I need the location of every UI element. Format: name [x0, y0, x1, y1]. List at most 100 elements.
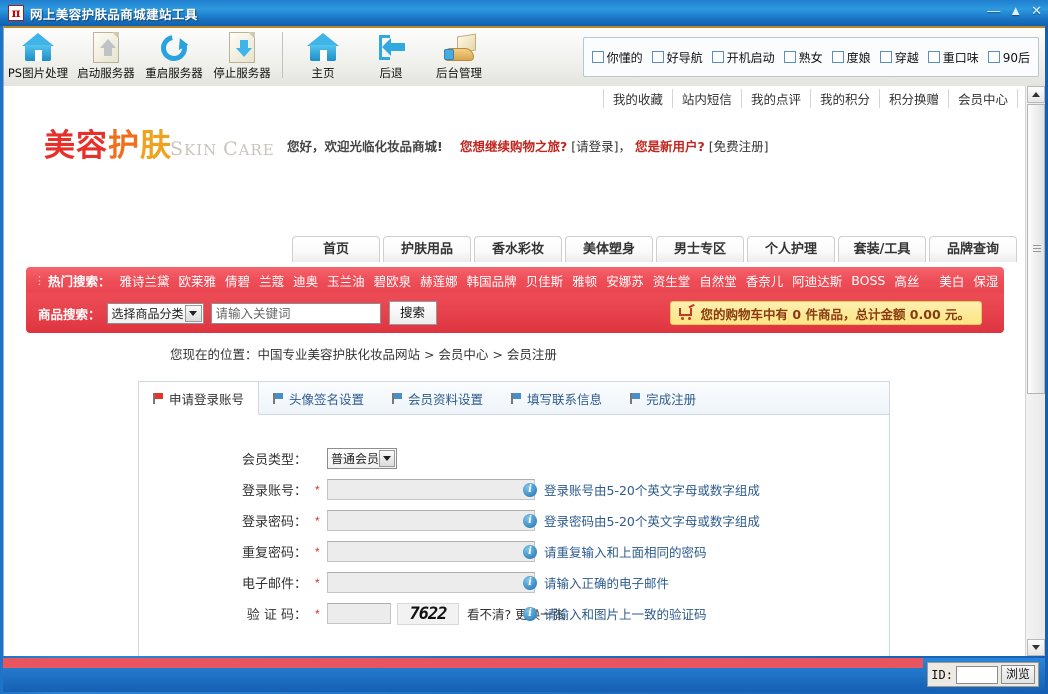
- hot-keyword[interactable]: 阿迪达斯: [792, 271, 842, 290]
- close-icon[interactable]: ✕: [1031, 4, 1042, 17]
- page-scrollbar[interactable]: [1025, 86, 1045, 656]
- hot-keyword[interactable]: 赫莲娜: [420, 271, 458, 290]
- checkbox-zhongkouwei[interactable]: 重口味: [927, 49, 979, 66]
- checkbox-box[interactable]: [783, 51, 796, 63]
- info-icon: i: [523, 544, 537, 559]
- link-free-register[interactable]: [免费注册]: [709, 139, 769, 154]
- shopping-cart-summary[interactable]: 您的购物车中有 0 件商品，总计金额 0.00 元。: [669, 301, 982, 325]
- hot-keyword[interactable]: 高丝: [894, 271, 919, 290]
- checkbox-box[interactable]: [711, 51, 724, 63]
- hint-text: 请输入和图片上一致的验证码: [544, 607, 707, 622]
- info-icon: i: [523, 606, 537, 621]
- step-avatar-signature[interactable]: 头像签名设置: [259, 382, 378, 414]
- checkbox-chuanyue[interactable]: 穿越: [879, 49, 919, 66]
- checkbox-box[interactable]: [879, 51, 892, 63]
- checkbox-90hou[interactable]: 90后: [987, 49, 1030, 66]
- link-site-messages[interactable]: 站内短信: [673, 88, 742, 108]
- nav-tab-home[interactable]: 首页: [292, 236, 380, 262]
- chevron-down-icon[interactable]: [379, 450, 395, 467]
- hot-keyword[interactable]: 自然堂: [699, 271, 737, 290]
- nav-tab-mens-zone[interactable]: 男士专区: [656, 236, 744, 262]
- scroll-down-button[interactable]: [1027, 639, 1045, 656]
- hot-keyword[interactable]: 雅诗兰黛: [120, 271, 170, 290]
- toolbar-button-admin[interactable]: 后台管理: [425, 28, 493, 86]
- maximize-icon[interactable]: ▲: [1009, 4, 1022, 17]
- hot-keyword[interactable]: 香奈儿: [746, 271, 784, 290]
- nav-tab-skincare[interactable]: 护肤用品: [383, 236, 471, 262]
- checkbox-duniang[interactable]: 度娘: [831, 49, 871, 66]
- checkbox-box[interactable]: [987, 51, 1000, 63]
- hot-keyword[interactable]: 保湿: [973, 271, 998, 290]
- required-marker: *: [315, 482, 320, 497]
- search-button[interactable]: 搜索: [388, 301, 437, 325]
- hot-keyword[interactable]: 资生堂: [653, 271, 691, 290]
- checkbox-box[interactable]: [831, 51, 844, 63]
- toolbar-button-stop-server[interactable]: 停止服务器: [208, 28, 276, 86]
- hot-keyword[interactable]: 雅顿: [572, 271, 597, 290]
- step-apply-account[interactable]: 申请登录账号: [139, 382, 260, 415]
- id-input[interactable]: [955, 665, 998, 684]
- hot-keyword[interactable]: 安娜苏: [606, 271, 644, 290]
- hot-keyword[interactable]: 韩国品牌: [467, 271, 517, 290]
- step-contact-info[interactable]: 填写联系信息: [497, 382, 616, 414]
- link-points-exchange[interactable]: 积分换赠: [880, 88, 949, 108]
- login-account-input[interactable]: [327, 479, 535, 500]
- toolbar-button-back[interactable]: 后退: [357, 28, 425, 86]
- search-label: 商品搜索：: [38, 306, 101, 322]
- minimize-icon[interactable]: —: [987, 4, 1000, 17]
- toolbar-button-ps-image[interactable]: PS图片处理: [4, 28, 72, 86]
- search-input[interactable]: 请输入关键词: [210, 302, 381, 324]
- member-type-select[interactable]: 普通会员: [327, 448, 397, 469]
- hot-keyword[interactable]: 兰蔻: [259, 271, 284, 290]
- nav-tab-sets-tools[interactable]: 套装/工具: [838, 236, 926, 262]
- checkbox-box[interactable]: [927, 51, 940, 63]
- toolbar-button-restart-server[interactable]: 重启服务器: [140, 28, 208, 86]
- nav-tab-perfume-makeup[interactable]: 香水彩妆: [474, 236, 562, 262]
- repeat-password-input[interactable]: [327, 541, 535, 562]
- site-logo[interactable]: 美容护肤: [44, 120, 172, 165]
- checkbox-nidongde[interactable]: 你懂的: [591, 49, 643, 66]
- info-icon: i: [523, 575, 537, 590]
- link-my-reviews[interactable]: 我的点评: [742, 88, 811, 108]
- agree-checkbox[interactable]: [291, 655, 304, 656]
- captcha-image: 7622: [397, 602, 459, 625]
- welcome-text: 您好，欢迎光临化妆品商城!: [287, 139, 443, 154]
- nav-tab-brand-search[interactable]: 品牌查询: [929, 236, 1017, 262]
- login-password-input[interactable]: [327, 510, 535, 531]
- step-complete[interactable]: 完成注册: [616, 382, 710, 414]
- captcha-input[interactable]: [327, 603, 391, 624]
- checkbox-haodaohang[interactable]: 好导航: [651, 49, 703, 66]
- hot-keyword[interactable]: 碧欧泉: [374, 271, 412, 290]
- link-my-points[interactable]: 我的积分: [811, 88, 880, 108]
- hot-keyword[interactable]: 迪奥: [293, 271, 318, 290]
- nav-tab-personal-care[interactable]: 个人护理: [747, 236, 835, 262]
- scrollbar-thumb[interactable]: [1027, 104, 1045, 394]
- link-member-center[interactable]: 会员中心: [949, 88, 1018, 108]
- exit-arrow-icon: [373, 31, 409, 64]
- hot-keyword[interactable]: 倩碧: [225, 271, 250, 290]
- toolbar-button-start-server[interactable]: 启动服务器: [72, 28, 140, 86]
- browse-button[interactable]: 浏览: [1000, 665, 1035, 684]
- hot-keyword[interactable]: BOSS: [851, 273, 885, 288]
- hot-keyword[interactable]: 美白: [939, 271, 964, 290]
- scroll-up-button[interactable]: [1027, 86, 1045, 103]
- hot-keyword[interactable]: 欧莱雅: [179, 271, 217, 290]
- logo-subtitle: SKIN CARE: [170, 138, 275, 160]
- checkbox-box[interactable]: [591, 51, 604, 63]
- flag-icon: [630, 392, 641, 404]
- checkbox-label: 90后: [1002, 50, 1030, 65]
- email-input[interactable]: [327, 572, 535, 593]
- view-agreement-link[interactable]: 查看注册协议: [422, 653, 497, 657]
- checkbox-shunv[interactable]: 熟女: [783, 49, 823, 66]
- step-member-profile[interactable]: 会员资料设置: [378, 382, 497, 414]
- hot-keyword[interactable]: 玉兰油: [327, 271, 365, 290]
- checkbox-kaijiqidong[interactable]: 开机启动: [711, 49, 775, 66]
- toolbar-button-home[interactable]: 主页: [289, 28, 357, 86]
- nav-tab-body-shaping[interactable]: 美体塑身: [565, 236, 653, 262]
- link-my-favorites[interactable]: 我的收藏: [602, 88, 673, 108]
- category-select[interactable]: 选择商品分类: [106, 302, 204, 324]
- hot-keyword[interactable]: 贝佳斯: [526, 271, 564, 290]
- chevron-down-icon[interactable]: [184, 304, 202, 322]
- link-login[interactable]: [请登录]: [571, 139, 618, 154]
- checkbox-box[interactable]: [651, 51, 664, 63]
